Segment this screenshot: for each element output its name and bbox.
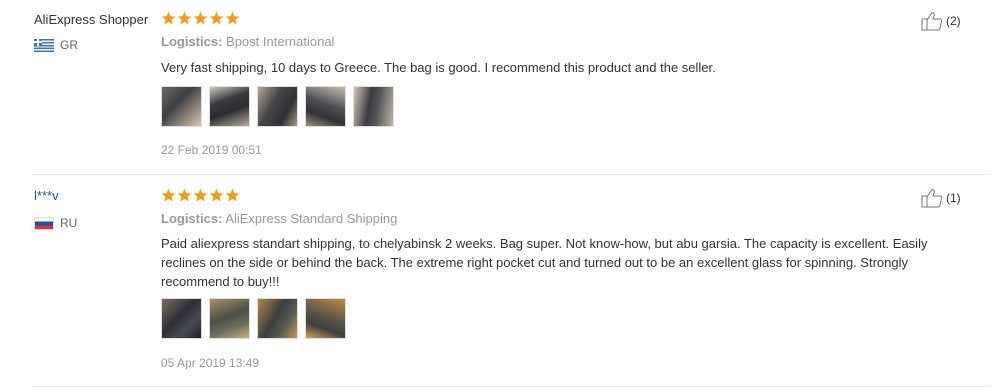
star-icon (177, 188, 192, 202)
star-icon (193, 188, 208, 202)
helpful-button[interactable]: (2) (921, 11, 961, 31)
star-icon (225, 188, 240, 202)
review-photo[interactable] (257, 86, 298, 127)
review-photo[interactable] (305, 86, 346, 127)
logistics-info: Logistics: AliExpress Standard Shipping (161, 211, 397, 226)
review-item: AliExpress Shopper GR Logistics: Bpost I… (0, 0, 1000, 175)
review-photo[interactable] (209, 86, 250, 127)
review-photo[interactable] (209, 298, 250, 339)
reviewer-country: GR (34, 38, 78, 52)
thumbs-up-icon (921, 12, 943, 31)
star-icon (209, 188, 224, 202)
russia-flag-icon (34, 216, 54, 230)
country-code: GR (60, 38, 78, 52)
logistics-label: Logistics: (161, 34, 223, 49)
review-photos (161, 298, 346, 339)
star-icon (193, 11, 208, 25)
logistics-value: Bpost International (226, 34, 335, 49)
review-item: l***v RU Logistics: AliExpress Standard … (0, 176, 1000, 386)
review-photo[interactable] (257, 298, 298, 339)
review-date: 22 Feb 2019 00:51 (161, 143, 262, 157)
review-divider (33, 174, 990, 175)
review-photo[interactable] (161, 86, 202, 127)
reviewer-name: AliExpress Shopper (34, 12, 149, 27)
logistics-value: AliExpress Standard Shipping (225, 211, 398, 226)
helpful-count: (2) (946, 14, 961, 28)
helpful-button[interactable]: (1) (921, 188, 961, 208)
review-text: Paid aliexpress standart shipping, to ch… (161, 236, 928, 289)
star-rating (161, 188, 240, 203)
star-rating (161, 11, 240, 26)
review-date: 05 Apr 2019 13:49 (161, 356, 260, 370)
greece-flag-icon (34, 38, 54, 52)
country-code: RU (60, 216, 78, 230)
thumbs-up-icon (921, 189, 943, 208)
star-icon (161, 11, 176, 25)
logistics-info: Logistics: Bpost International (161, 34, 334, 49)
review-photo[interactable] (305, 298, 346, 339)
star-icon (177, 11, 192, 25)
reviewer-country: RU (34, 216, 77, 230)
review-photo[interactable] (353, 86, 394, 127)
review-text: Very fast shipping, 10 days to Greece. T… (161, 60, 716, 75)
review-divider (33, 386, 990, 387)
logistics-label: Logistics: (161, 211, 223, 226)
review-photos (161, 86, 394, 127)
star-icon (225, 11, 240, 25)
reviewer-name[interactable]: l***v (34, 188, 59, 203)
star-icon (161, 188, 176, 202)
star-icon (209, 11, 224, 25)
review-photo[interactable] (161, 298, 202, 339)
helpful-count: (1) (946, 191, 961, 205)
